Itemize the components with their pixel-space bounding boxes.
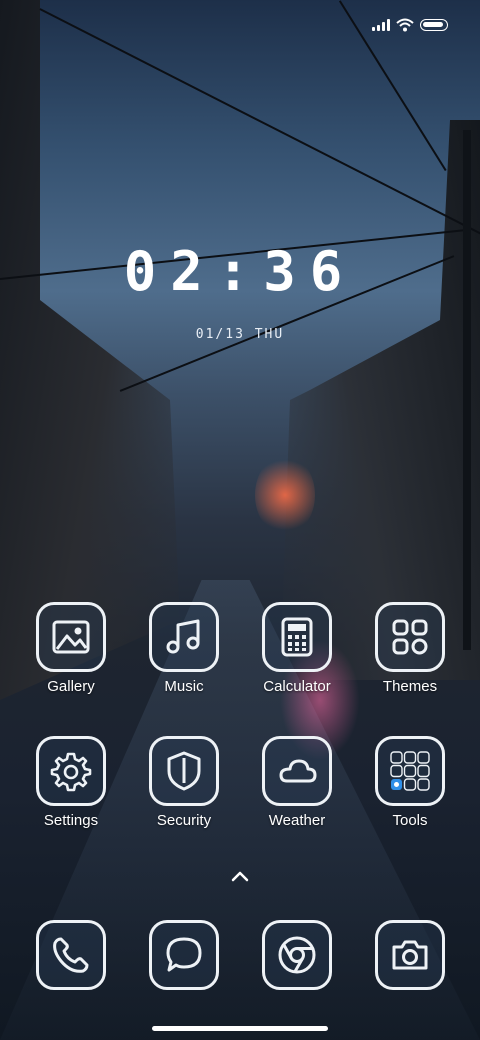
app-label: Themes bbox=[382, 678, 438, 695]
themes-icon bbox=[392, 619, 428, 655]
app-weather[interactable]: Weather bbox=[247, 736, 347, 846]
app-label: Settings bbox=[43, 812, 99, 829]
cloud-icon bbox=[279, 759, 317, 783]
gear-icon bbox=[50, 752, 92, 792]
app-label: Gallery bbox=[47, 678, 95, 695]
home-indicator[interactable] bbox=[152, 1026, 328, 1031]
gallery-icon bbox=[52, 620, 90, 654]
wallpaper-lamp-glow bbox=[255, 455, 315, 535]
signal-bars-icon bbox=[372, 19, 390, 31]
calculator-icon bbox=[281, 617, 313, 657]
app-label: Weather bbox=[268, 812, 326, 829]
chevron-up-icon[interactable] bbox=[228, 866, 252, 886]
app-label: Calculator bbox=[263, 678, 331, 695]
wallpaper-pole bbox=[463, 130, 471, 650]
tools-folder-icon bbox=[390, 751, 430, 791]
battery-icon bbox=[420, 19, 448, 31]
browser-icon bbox=[278, 936, 316, 974]
app-security[interactable]: Security bbox=[134, 736, 234, 846]
app-calculator[interactable]: Calculator bbox=[247, 602, 347, 712]
app-gallery[interactable]: Gallery bbox=[21, 602, 121, 712]
wallpaper-wire bbox=[39, 8, 480, 264]
status-bar bbox=[372, 18, 448, 32]
message-icon bbox=[166, 937, 202, 972]
dock-messages[interactable] bbox=[134, 920, 234, 995]
app-settings[interactable]: Settings bbox=[21, 736, 121, 846]
music-icon bbox=[166, 619, 200, 654]
app-label: Security bbox=[156, 812, 212, 829]
app-themes[interactable]: Themes bbox=[360, 602, 460, 712]
wallpaper-right-buildings bbox=[280, 120, 480, 680]
dock-phone[interactable] bbox=[21, 920, 121, 995]
dock-camera[interactable] bbox=[360, 920, 460, 995]
wallpaper-left-buildings bbox=[0, 0, 180, 700]
app-music[interactable]: Music bbox=[134, 602, 234, 712]
phone-icon bbox=[53, 937, 89, 973]
home-screen: 02:36 01/13 THU Gallery Music Calculator… bbox=[0, 0, 480, 1040]
app-label: Tools bbox=[392, 812, 428, 829]
shield-icon bbox=[167, 751, 201, 791]
dock-browser[interactable] bbox=[247, 920, 347, 995]
clock-time[interactable]: 02:36 bbox=[0, 240, 480, 303]
app-tools-folder[interactable]: Tools bbox=[360, 736, 460, 846]
app-label: Music bbox=[164, 678, 204, 695]
wifi-icon bbox=[396, 18, 414, 32]
camera-icon bbox=[392, 940, 428, 970]
clock-date: 01/13 THU bbox=[195, 327, 285, 342]
